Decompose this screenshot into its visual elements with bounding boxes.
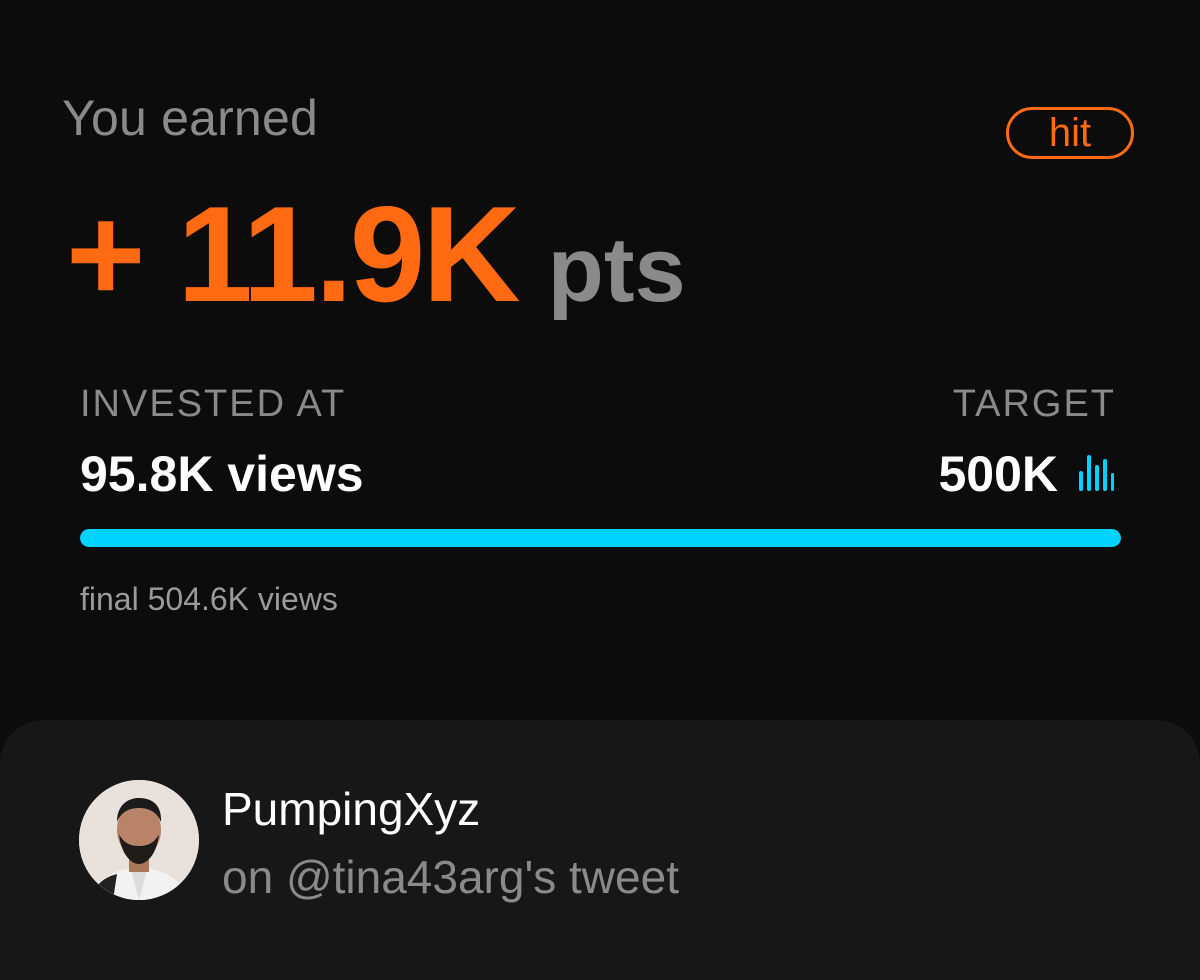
target-label: TARGET	[952, 383, 1116, 425]
username[interactable]: PumpingXyz	[222, 782, 480, 836]
status-badge: hit	[1006, 107, 1134, 159]
target-value: 500K	[938, 446, 1058, 502]
invested-label: INVESTED AT	[80, 383, 347, 425]
points-value: + 11.9K	[66, 178, 521, 330]
progress-fill	[80, 529, 1121, 547]
tweet-reference[interactable]: on @tina43arg's tweet	[222, 850, 679, 904]
profile-card[interactable]: PumpingXyz on @tina43arg's tweet	[0, 720, 1200, 980]
earned-label: You earned	[62, 90, 318, 146]
progress-bar	[80, 529, 1121, 547]
points-row: + 11.9K pts	[66, 184, 686, 324]
bar-chart-icon	[1078, 453, 1114, 496]
invested-value: 95.8K views	[80, 446, 364, 502]
user-avatar[interactable]	[79, 780, 199, 900]
final-views-text: final 504.6K views	[80, 581, 338, 617]
target-row: 500K	[938, 446, 1114, 502]
points-unit: pts	[547, 219, 686, 321]
